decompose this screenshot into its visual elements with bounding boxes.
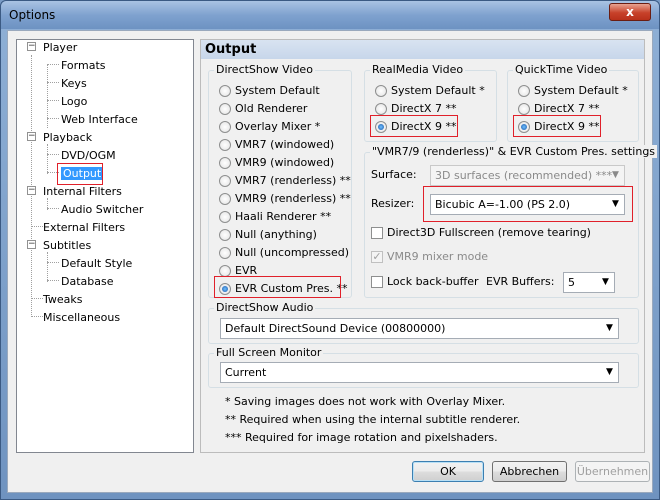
tree-item-keys[interactable]: Keys (61, 76, 87, 92)
cancel-button[interactable]: Abbrechen (492, 461, 567, 482)
tree-item-audio-switcher[interactable]: Audio Switcher (61, 202, 143, 218)
tree-item-subtitles[interactable]: Subtitles (43, 238, 91, 254)
group-label: "VMR7/9 (renderless)" & EVR Custom Pres.… (370, 145, 658, 158)
page-title: Output (201, 40, 644, 59)
evr-buffers-label: EVR Buffers: (486, 275, 555, 288)
highlight-box (214, 276, 341, 298)
collapse-icon[interactable]: − (27, 132, 36, 141)
group-label: DirectShow Audio (214, 301, 316, 314)
close-icon: x (626, 5, 634, 19)
window-title: Options (9, 8, 56, 22)
tree-item-database[interactable]: Database (61, 274, 114, 290)
chevron-down-icon: ▼ (606, 323, 613, 333)
fullscreen-monitor-group: Full Screen Monitor Current ▼ (208, 346, 639, 388)
surface-select[interactable]: 3D surfaces (recommended) *** ▼ (430, 165, 625, 186)
chevron-down-icon: ▼ (612, 170, 619, 180)
realmedia-video-group: RealMedia Video System Default * DirectX… (364, 63, 497, 142)
tree-item-tweaks[interactable]: Tweaks (43, 292, 83, 308)
evr-buffers-select[interactable]: 5 ▼ (563, 272, 615, 293)
highlight-box (370, 115, 458, 137)
tree-item-player[interactable]: Player (43, 40, 77, 56)
title-bar[interactable]: Options x (1, 1, 659, 29)
vmr-settings-group: "VMR7/9 (renderless)" & EVR Custom Pres.… (364, 145, 658, 298)
apply-button[interactable]: Übernehmen (575, 461, 650, 482)
audio-device-select[interactable]: Default DirectSound Device (00800000) ▼ (220, 318, 619, 339)
highlight-box (57, 163, 103, 185)
options-tree[interactable]: − Player Formats Keys Logo Web Interface… (16, 39, 194, 453)
surface-label: Surface: (371, 168, 417, 181)
resizer-label: Resizer: (371, 197, 415, 210)
ok-button[interactable]: OK (412, 461, 484, 482)
tree-item-logo[interactable]: Logo (61, 94, 87, 110)
chevron-down-icon: ▼ (606, 367, 613, 377)
highlight-box (513, 115, 601, 137)
collapse-icon[interactable]: − (27, 240, 36, 249)
tree-item-default-style[interactable]: Default Style (61, 256, 132, 272)
tree-item-dvd-ogm[interactable]: DVD/OGM (61, 148, 116, 164)
tree-item-playback[interactable]: Playback (43, 130, 92, 146)
tree-item-formats[interactable]: Formats (61, 58, 106, 74)
group-label: QuickTime Video (513, 63, 610, 76)
highlight-box (423, 186, 633, 222)
collapse-icon[interactable]: − (27, 42, 36, 51)
tree-item-web-interface[interactable]: Web Interface (61, 112, 138, 128)
group-label: RealMedia Video (370, 63, 466, 76)
tree-item-external-filters[interactable]: External Filters (43, 220, 125, 236)
note-line: *** Required for image rotation and pixe… (225, 431, 498, 444)
close-button[interactable]: x (609, 3, 651, 21)
dialog-client: − Player Formats Keys Logo Web Interface… (7, 30, 658, 493)
collapse-icon[interactable]: − (27, 186, 36, 195)
directshow-audio-group: DirectShow Audio Default DirectSound Dev… (208, 301, 639, 344)
note-line: ** Required when using the internal subt… (225, 413, 521, 426)
quicktime-video-group: QuickTime Video System Default * DirectX… (507, 63, 639, 142)
group-label: Full Screen Monitor (214, 346, 324, 359)
output-page: Output DirectShow Video System Default O… (200, 39, 658, 453)
tree-item-internal-filters[interactable]: Internal Filters (43, 184, 122, 200)
chevron-down-icon: ▼ (602, 277, 609, 287)
note-line: * Saving images does not work with Overl… (225, 395, 506, 408)
options-window: Options x − Player Formats Keys Logo Web… (0, 0, 660, 500)
tree-item-miscellaneous[interactable]: Miscellaneous (43, 310, 120, 326)
group-label: DirectShow Video (214, 63, 315, 76)
monitor-select[interactable]: Current ▼ (220, 362, 619, 383)
directshow-video-group: DirectShow Video System Default Old Rend… (208, 63, 352, 298)
